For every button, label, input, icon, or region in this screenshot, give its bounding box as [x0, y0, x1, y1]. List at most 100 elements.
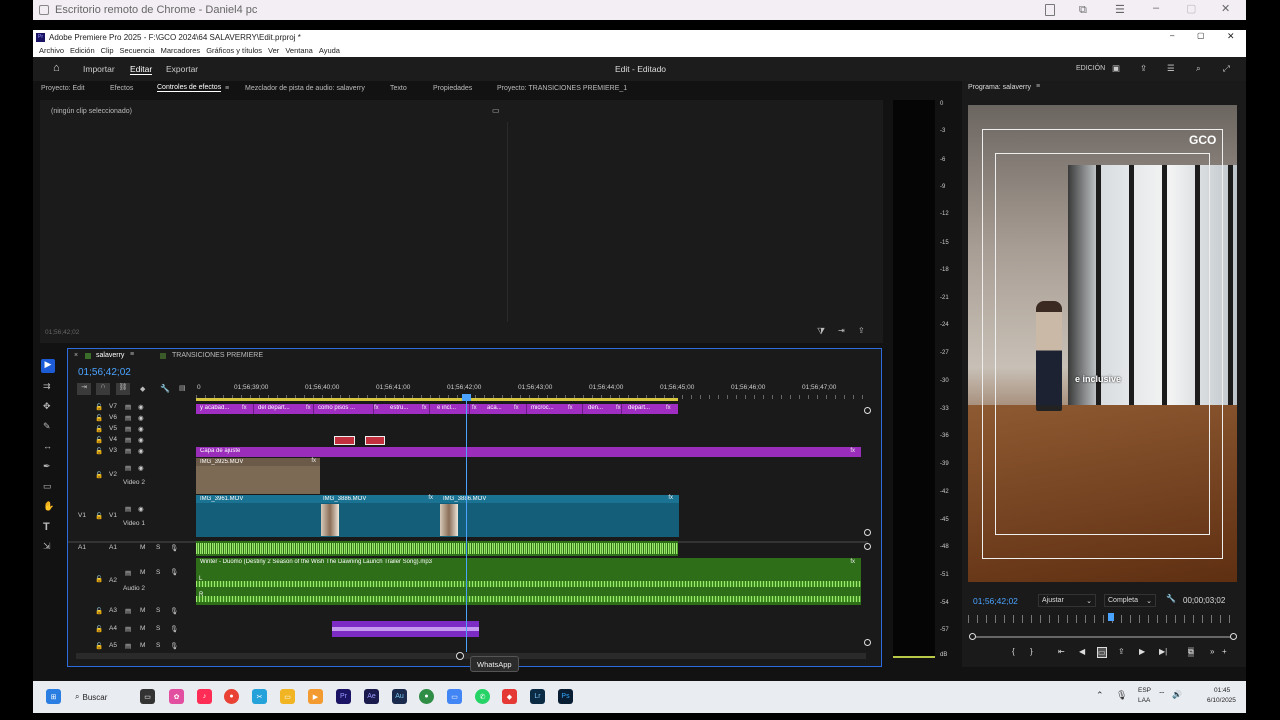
- solo-button[interactable]: S: [156, 607, 160, 614]
- mute-button[interactable]: M: [140, 569, 145, 576]
- eye-icon[interactable]: ◉: [138, 414, 144, 422]
- panel-toggle-icon[interactable]: ▭: [492, 106, 500, 115]
- playhead-handle[interactable]: [462, 394, 471, 401]
- source-patch-a1[interactable]: A1: [78, 544, 86, 551]
- tab-transiciones[interactable]: TRANSICIONES PREMIERE: [172, 352, 263, 359]
- settings-wrench-icon[interactable]: 🔧: [1166, 594, 1176, 603]
- zoom-handle[interactable]: [456, 652, 464, 660]
- clock-date[interactable]: 6/10/2025: [1207, 697, 1236, 704]
- zoom-scroll-start[interactable]: [969, 633, 976, 640]
- type-icon[interactable]: T: [43, 521, 50, 533]
- export-frame-icon[interactable]: ⇪: [1118, 647, 1125, 656]
- wrench-icon[interactable]: 🔧: [160, 384, 170, 393]
- lang-code[interactable]: ESP: [1138, 687, 1151, 694]
- loop-icon[interactable]: ▭: [1097, 647, 1107, 658]
- scroll-handle[interactable]: [864, 407, 871, 414]
- lock-icon[interactable]: 🔓: [95, 436, 103, 444]
- scroll-handle[interactable]: [864, 639, 871, 646]
- tiktok-icon[interactable]: ♪: [197, 689, 212, 704]
- solo-button[interactable]: S: [156, 642, 160, 649]
- chrome-profile-icon[interactable]: ●: [419, 689, 434, 704]
- program-menu-icon[interactable]: ≡: [1036, 83, 1040, 90]
- extension-icon[interactable]: ⧉: [1079, 4, 1087, 17]
- sync-icon[interactable]: ▤: [125, 569, 131, 577]
- windows-start-icon[interactable]: ⊞: [46, 689, 61, 704]
- linked-icon[interactable]: ⛓: [116, 383, 130, 395]
- timeline-clip[interactable]: microc...: [527, 404, 583, 414]
- tab-audio-mixer[interactable]: Mezclador de pista de audio: salaverry: [245, 85, 365, 92]
- v1-clip[interactable]: IMG_3961.MOV: [196, 495, 319, 537]
- anydesk-icon[interactable]: ◆: [502, 689, 517, 704]
- remote-desktop-icon[interactable]: ▭: [447, 689, 462, 704]
- menu-archivo[interactable]: Archivo: [39, 46, 64, 55]
- audition-icon[interactable]: Au: [392, 689, 407, 704]
- v1-clip[interactable]: IMG_3886.MOV fx: [439, 495, 679, 537]
- export-frame-icon[interactable]: ⇪: [858, 326, 865, 335]
- menu-secuencia[interactable]: Secuencia: [120, 46, 155, 55]
- zoom-scroll-end[interactable]: [1230, 633, 1237, 640]
- clock-time[interactable]: 01:45: [1214, 687, 1230, 694]
- chrome-icon[interactable]: ●: [224, 689, 239, 704]
- premiere-taskbar-icon[interactable]: Pr: [336, 689, 351, 704]
- snip-icon[interactable]: ✂: [252, 689, 267, 704]
- timeline-clip[interactable]: aca...: [483, 404, 527, 414]
- lock-icon[interactable]: 🔓: [95, 425, 103, 433]
- share-icon[interactable]: ⇪: [1140, 63, 1147, 74]
- fit-dropdown[interactable]: Ajustar ⌄: [1038, 594, 1096, 607]
- slip-icon[interactable]: ↔: [43, 441, 52, 451]
- mute-button[interactable]: M: [140, 625, 145, 632]
- adjustment-layer-clip[interactable]: Capa de ajuste fx: [196, 447, 861, 457]
- sync-icon[interactable]: ▤: [125, 607, 131, 615]
- ripple-edit-icon[interactable]: ✥: [43, 401, 51, 412]
- tab-effects[interactable]: Efectos: [110, 85, 133, 92]
- mic-icon[interactable]: 🎙: [170, 568, 178, 576]
- program-title[interactable]: Programa: salaverry: [968, 84, 1031, 91]
- edit-tab[interactable]: Editar: [130, 64, 153, 75]
- track-select-icon[interactable]: ⇉: [43, 381, 51, 392]
- source-patch-v1[interactable]: V1: [78, 512, 86, 519]
- v4-clip[interactable]: [365, 436, 385, 445]
- menu-ayuda[interactable]: Ayuda: [319, 46, 340, 55]
- lock-icon[interactable]: 🔓: [95, 512, 103, 520]
- eye-icon[interactable]: ◉: [138, 447, 144, 455]
- eye-icon[interactable]: ◉: [138, 425, 144, 433]
- solo-button[interactable]: S: [156, 544, 160, 551]
- eye-icon[interactable]: ◉: [138, 464, 144, 472]
- filter-icon[interactable]: ⧩: [817, 326, 825, 337]
- mic-icon[interactable]: 🎙: [170, 544, 178, 552]
- volume-icon[interactable]: 🔊: [1172, 690, 1182, 699]
- home-icon[interactable]: ⌂: [53, 62, 60, 74]
- tab-project-transitions[interactable]: Proyecto: TRANSICIONES PREMIERE_1: [497, 85, 627, 92]
- lock-icon[interactable]: 🔓: [95, 471, 103, 479]
- tab-properties[interactable]: Propiedades: [433, 85, 472, 92]
- menu-ver[interactable]: Ver: [268, 46, 279, 55]
- tab-project-edit[interactable]: Proyecto: Edit: [41, 85, 85, 92]
- menu-icon[interactable]: ☰: [1115, 3, 1125, 16]
- mute-button[interactable]: M: [140, 642, 145, 649]
- captions-icon[interactable]: ▤: [179, 384, 186, 392]
- task-view-icon[interactable]: ▭: [140, 689, 155, 704]
- go-to-in-icon[interactable]: ⇤: [1058, 647, 1065, 656]
- timeline-clip[interactable]: e incl...: [433, 404, 470, 414]
- tab-salaverry[interactable]: salaverry: [96, 352, 124, 359]
- sync-icon[interactable]: ▤: [125, 447, 131, 455]
- sync-icon[interactable]: ▤: [125, 464, 131, 472]
- lock-icon[interactable]: 🔓: [95, 607, 103, 615]
- lock-icon[interactable]: 🔓: [95, 447, 103, 455]
- eye-icon[interactable]: ◉: [138, 436, 144, 444]
- after-effects-icon[interactable]: Ae: [364, 689, 379, 704]
- timeline-timecode[interactable]: 01;56;42;02: [78, 367, 131, 378]
- lock-icon[interactable]: 🔓: [95, 414, 103, 422]
- search-icon[interactable]: ⌕: [1196, 63, 1201, 74]
- sync-icon[interactable]: ▤: [125, 505, 131, 513]
- tab-effect-controls[interactable]: Controles de efectos: [157, 84, 222, 92]
- lightroom-icon[interactable]: Lr: [530, 689, 545, 704]
- file-explorer-icon[interactable]: ▭: [280, 689, 295, 704]
- wifi-icon[interactable]: ⌔: [1158, 690, 1166, 700]
- sync-icon[interactable]: ▤: [125, 625, 131, 633]
- menu-ventana[interactable]: Ventana: [285, 46, 313, 55]
- hamburger-icon[interactable]: ≡: [225, 85, 229, 92]
- close-sequence-icon[interactable]: ×: [74, 352, 78, 359]
- lock-icon[interactable]: 🔓: [95, 575, 103, 583]
- lock-icon[interactable]: 🔓: [95, 625, 103, 633]
